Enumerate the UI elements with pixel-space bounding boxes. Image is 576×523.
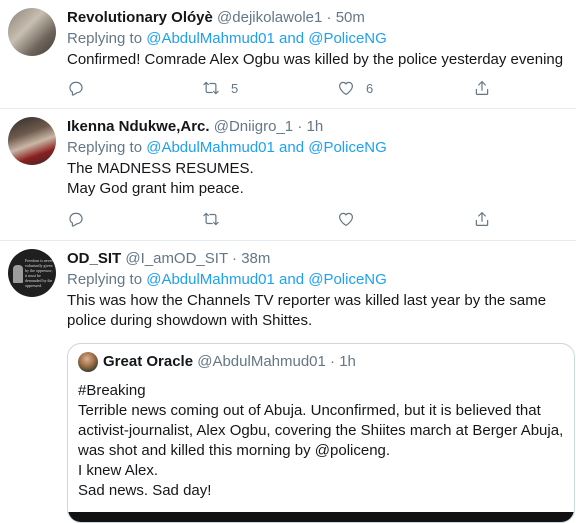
avatar-quote-text: Freedom is never voluntarily given by th… <box>25 258 53 288</box>
tweet-text-line: The MADNESS RESUMES. <box>67 160 254 177</box>
quoted-user-handle[interactable]: @AbdulMahmud01 <box>197 353 326 370</box>
like-button[interactable] <box>337 210 366 228</box>
quoted-tweet-text: #Breaking Terrible news coming out of Ab… <box>78 381 566 501</box>
like-button[interactable]: 6 <box>337 79 373 97</box>
quoted-text-line: #Breaking <box>78 382 146 399</box>
tweet-header: Revolutionary Olóyè @dejikolawole1 · 50m <box>67 8 568 28</box>
quoted-timestamp[interactable]: 1h <box>339 353 356 370</box>
tweet-content: OD_SIT @I_amOD_SIT · 38m Replying to @Ab… <box>67 249 568 331</box>
tweet[interactable]: Revolutionary Olóyè @dejikolawole1 · 50m… <box>0 0 576 109</box>
separator-dot: · <box>330 353 336 370</box>
user-handle[interactable]: @Dniigro_1 <box>214 118 293 135</box>
tweet-timestamp[interactable]: 1h <box>307 118 324 135</box>
tweet-text: The MADNESS RESUMES. May God grant him p… <box>67 159 568 199</box>
quoted-text-line: Sad news. Sad day! <box>78 482 212 499</box>
reply-button[interactable] <box>67 210 85 228</box>
replying-to-prefix: Replying to <box>67 30 147 47</box>
quoted-text-line: was shot and killed this morning by @pol… <box>78 442 391 459</box>
replying-to-prefix: Replying to <box>67 271 147 288</box>
display-name[interactable]: OD_SIT <box>67 250 121 267</box>
reply-button[interactable] <box>67 79 85 97</box>
tweet-text: This was how the Channels TV reporter wa… <box>67 291 568 331</box>
retweet-button[interactable]: 5 <box>202 79 238 97</box>
tweet-actions: 5 6 <box>67 79 568 99</box>
quoted-tweet-header: Great Oracle @AbdulMahmud01 · 1h <box>103 352 356 372</box>
avatar[interactable] <box>8 8 56 56</box>
retweet-icon <box>203 212 219 226</box>
tweet-text-line: May God grant him peace. <box>67 180 244 197</box>
separator-dot: · <box>326 9 332 26</box>
separator-dot: · <box>297 118 303 135</box>
tweet-timestamp[interactable]: 50m <box>336 9 365 26</box>
user-handle[interactable]: @I_amOD_SIT <box>125 250 227 267</box>
tweet-content: Ikenna Ndukwe,Arc. @Dniigro_1 · 1h Reply… <box>67 117 568 199</box>
tweet-text-line: This was how the Channels TV reporter wa… <box>67 292 547 309</box>
user-handle[interactable]: @dejikolawole1 <box>217 9 322 26</box>
avatar[interactable] <box>8 117 56 165</box>
quoted-text-line: Terrible news coming out of Abuja. Uncon… <box>78 402 541 419</box>
like-icon <box>339 81 353 95</box>
avatar[interactable]: Freedom is never voluntarily given by th… <box>8 249 56 297</box>
share-button[interactable] <box>473 210 491 228</box>
tweet-header: OD_SIT @I_amOD_SIT · 38m <box>67 249 568 269</box>
quoted-text-line: activist-journalist, Alex Ogbu, covering… <box>78 422 564 439</box>
tweet-text: Confirmed! Comrade Alex Ogbu was killed … <box>67 50 568 70</box>
tweet-text-line: police during showdown with Shittes. <box>67 312 313 329</box>
reply-icon <box>69 212 83 227</box>
replying-to-prefix: Replying to <box>67 139 147 156</box>
tweet[interactable]: Ikenna Ndukwe,Arc. @Dniigro_1 · 1h Reply… <box>0 109 576 241</box>
separator-dot: · <box>232 250 238 267</box>
share-icon <box>475 81 489 95</box>
avatar-figure <box>13 265 23 283</box>
display-name[interactable]: Ikenna Ndukwe,Arc. <box>67 118 210 135</box>
replying-to: Replying to @AbdulMahmud01 and @PoliceNG <box>67 270 568 290</box>
tweet-content: Revolutionary Olóyè @dejikolawole1 · 50m… <box>67 8 568 70</box>
quoted-display-name[interactable]: Great Oracle <box>103 353 193 370</box>
quoted-avatar[interactable] <box>78 352 98 372</box>
tweet-actions <box>67 210 568 230</box>
replying-to-mentions[interactable]: @AbdulMahmud01 and @PoliceNG <box>146 271 387 288</box>
quoted-tweet[interactable]: Great Oracle @AbdulMahmud01 · 1h #Breaki… <box>67 343 575 523</box>
retweet-icon <box>203 81 219 95</box>
share-icon <box>475 212 489 226</box>
tweet-header: Ikenna Ndukwe,Arc. @Dniigro_1 · 1h <box>67 117 568 137</box>
tweet-text-line: Confirmed! Comrade Alex Ogbu was killed … <box>67 51 564 68</box>
reply-icon <box>69 81 83 96</box>
display-name[interactable]: Revolutionary Olóyè <box>67 9 213 26</box>
replying-to: Replying to @AbdulMahmud01 and @PoliceNG <box>67 29 568 49</box>
like-icon <box>339 212 353 226</box>
tweet-timestamp[interactable]: 38m <box>241 250 270 267</box>
retweet-button[interactable] <box>202 210 231 228</box>
quoted-text-line: I knew Alex. <box>78 462 159 479</box>
replying-to-mentions[interactable]: @AbdulMahmud01 and @PoliceNG <box>146 139 387 156</box>
share-button[interactable] <box>473 79 491 97</box>
replying-to-mentions[interactable]: @AbdulMahmud01 and @PoliceNG <box>146 30 387 47</box>
retweet-count: 5 <box>231 80 239 96</box>
replying-to: Replying to @AbdulMahmud01 and @PoliceNG <box>67 138 568 158</box>
like-count: 6 <box>366 80 374 96</box>
